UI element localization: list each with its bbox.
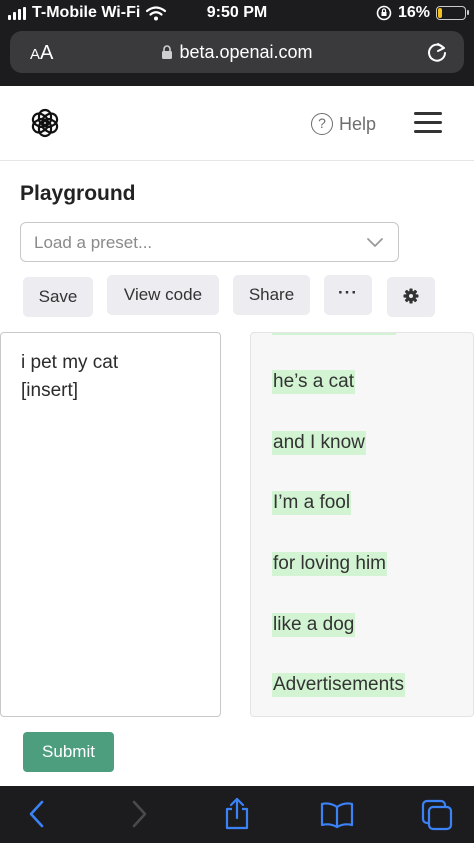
- page-title: Playground: [20, 182, 136, 205]
- save-button[interactable]: Save: [23, 277, 93, 317]
- battery-icon: [436, 6, 469, 20]
- output-line: I’m a fool: [272, 491, 352, 515]
- url-text: beta.openai.com: [179, 42, 313, 62]
- status-bar: T-Mobile Wi-Fi 9:50 PM 16%: [0, 0, 474, 26]
- rotation-lock-icon: [376, 5, 392, 21]
- battery-level: [438, 8, 442, 18]
- help-icon: ?: [311, 113, 333, 135]
- output-line: like a dog: [272, 613, 356, 637]
- tabs-icon[interactable]: [421, 799, 453, 831]
- bookmarks-icon[interactable]: [320, 801, 354, 829]
- url-display[interactable]: beta.openai.com: [10, 42, 464, 63]
- output-line: he’s a cat: [272, 370, 355, 394]
- help-label: Help: [339, 113, 377, 134]
- lock-icon: [162, 45, 173, 59]
- address-bar[interactable]: AA beta.openai.com: [10, 31, 464, 73]
- status-right: 16%: [376, 4, 469, 22]
- help-link[interactable]: ? Help: [311, 113, 376, 135]
- share-button[interactable]: Share: [233, 275, 310, 315]
- output-line: for loving him: [272, 552, 387, 576]
- prompt-textarea[interactable]: i pet my cat [insert]: [0, 332, 221, 717]
- share-sheet-icon[interactable]: [224, 796, 250, 830]
- back-icon[interactable]: [26, 799, 48, 829]
- submit-button[interactable]: Submit: [23, 732, 114, 772]
- reload-icon[interactable]: [426, 40, 448, 64]
- preset-select[interactable]: Load a preset...: [20, 222, 399, 262]
- battery-percent: 16%: [397, 4, 430, 21]
- more-options-button[interactable]: ···: [324, 275, 372, 315]
- site-header: ? Help: [0, 86, 474, 161]
- openai-logo-icon[interactable]: [29, 106, 61, 140]
- browser-toolbar: [0, 786, 474, 843]
- view-code-button[interactable]: View code: [107, 275, 219, 315]
- preset-placeholder: Load a preset...: [34, 233, 153, 252]
- prompt-text: i pet my cat [insert]: [21, 352, 119, 401]
- chevron-down-icon: [367, 238, 383, 247]
- gear-icon: [403, 288, 419, 304]
- highlight-fragment: [272, 333, 396, 335]
- completion-output[interactable]: he’s a cat and I know I’m a fool for lov…: [250, 332, 474, 717]
- output-line: and I know: [272, 431, 366, 455]
- settings-button[interactable]: [387, 277, 435, 317]
- hamburger-menu-icon[interactable]: [414, 112, 442, 134]
- browser-chrome: AA beta.openai.com: [0, 26, 474, 86]
- forward-icon[interactable]: [128, 799, 150, 829]
- output-line: Advertisements: [272, 673, 405, 697]
